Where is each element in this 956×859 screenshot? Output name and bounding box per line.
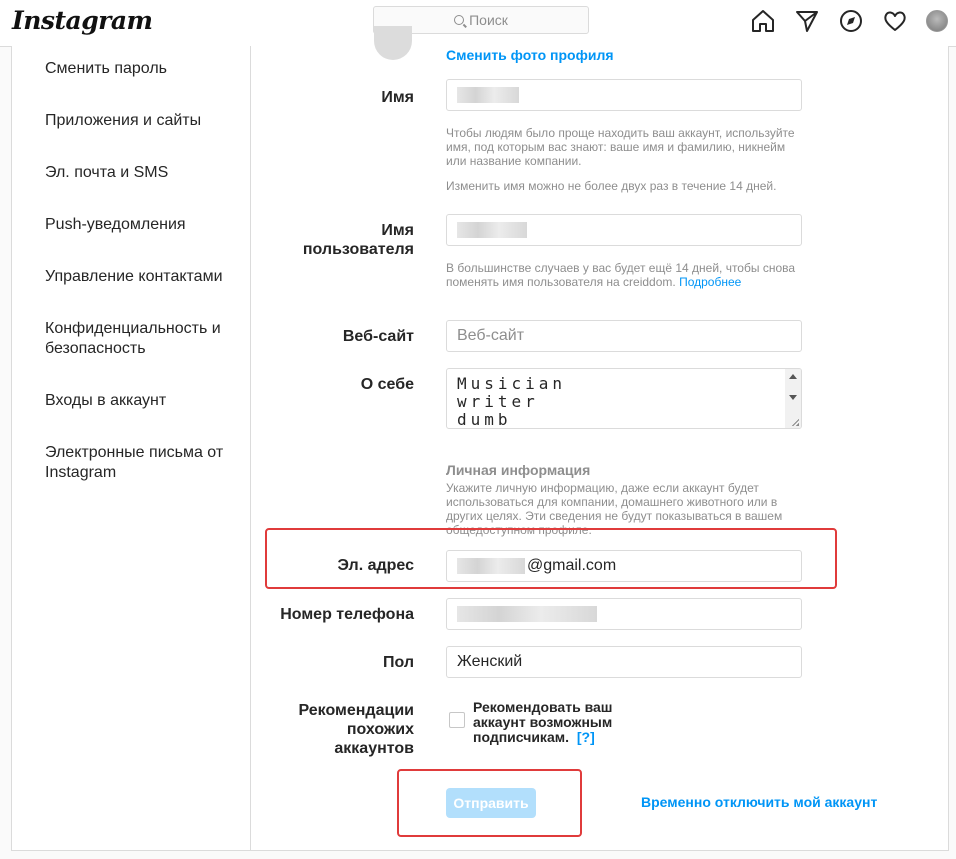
sidebar-item-emails-from-instagram[interactable]: Электронные письма от Instagram [45,443,245,483]
direct-messages-icon[interactable] [794,8,820,34]
website-field[interactable]: Веб-сайт [446,320,802,352]
name-hint: Чтобы людям было проще находить ваш акка… [446,126,795,168]
learn-more-link[interactable]: Подробнее [679,275,741,289]
nav-icons [732,8,948,34]
sidebar-item-apps-and-websites[interactable]: Приложения и сайты [45,111,245,131]
sidebar-item-email-and-sms[interactable]: Эл. почта и SMS [45,163,245,183]
activity-heart-icon[interactable] [882,8,908,34]
home-icon[interactable] [750,8,776,34]
submit-highlight-frame [397,769,582,837]
bio-line: Musician [457,374,567,393]
gender-label: Пол [382,654,414,671]
profile-photo[interactable] [374,26,412,60]
phone-label: Номер телефона [280,606,414,623]
username-label: Имя пользователя [302,222,414,258]
resize-grip-icon[interactable] [791,418,799,426]
blurred-phone [457,606,597,622]
username-field[interactable] [446,214,802,246]
bio-line: dumb [457,410,512,429]
scroll-down-arrow-icon[interactable] [789,395,797,400]
name-change-limit-hint: Изменить имя можно не более двух раз в т… [446,179,777,193]
suggest-checkbox[interactable] [449,712,465,728]
blurred-name [457,87,519,103]
email-highlight-frame [265,528,837,589]
bio-line: writer [457,392,539,411]
bio-textarea[interactable]: Musician writer dumb [446,368,802,429]
suggest-help-link[interactable]: [?] [577,729,595,745]
top-navigation-bar: Instagram Поиск [0,0,956,47]
bio-scrollbar[interactable] [785,369,801,428]
edit-profile-form: Сменить фото профиля Имя Чтобы людям был… [252,26,950,851]
sidebar-item-manage-contacts[interactable]: Управление контактами [45,267,245,287]
sidebar-item-push-notifications[interactable]: Push-уведомления [45,215,245,235]
personal-info-heading: Личная информация [446,462,591,478]
settings-sidebar: Сменить пароль Приложения и сайты Эл. по… [12,46,251,851]
instagram-logo[interactable]: Instagram [12,6,153,35]
username-hint: В большинстве случаев у вас будет ещё 14… [446,261,806,289]
phone-field[interactable] [446,598,802,630]
explore-compass-icon[interactable] [838,8,864,34]
gender-field[interactable]: Женский [446,646,802,678]
sidebar-item-privacy-and-security[interactable]: Конфиденциальность и безопасность [45,319,245,359]
sidebar-item-change-password[interactable]: Сменить пароль [45,59,245,79]
change-profile-photo-link[interactable]: Сменить фото профиля [446,47,614,63]
blurred-username [457,222,527,238]
name-label: Имя [381,89,414,106]
profile-avatar[interactable] [926,10,948,32]
search-icon [454,15,465,25]
similar-accounts-label: Рекомендации похожих аккаунтов [298,702,415,757]
username-hint-text: В большинстве случаев у вас будет ещё 14… [446,261,796,289]
sidebar-item-login-activity[interactable]: Входы в аккаунт [45,391,245,411]
settings-panel: Сменить пароль Приложения и сайты Эл. по… [11,26,950,851]
disable-account-link[interactable]: Временно отключить мой аккаунт [641,794,877,810]
name-field[interactable] [446,79,802,111]
suggest-description: Рекомендовать ваш аккаунт возможным подп… [473,700,633,745]
bio-label: О себе [360,376,414,393]
search-placeholder: Поиск [469,12,508,28]
website-label: Веб-сайт [342,328,414,345]
scroll-up-arrow-icon[interactable] [789,374,797,379]
